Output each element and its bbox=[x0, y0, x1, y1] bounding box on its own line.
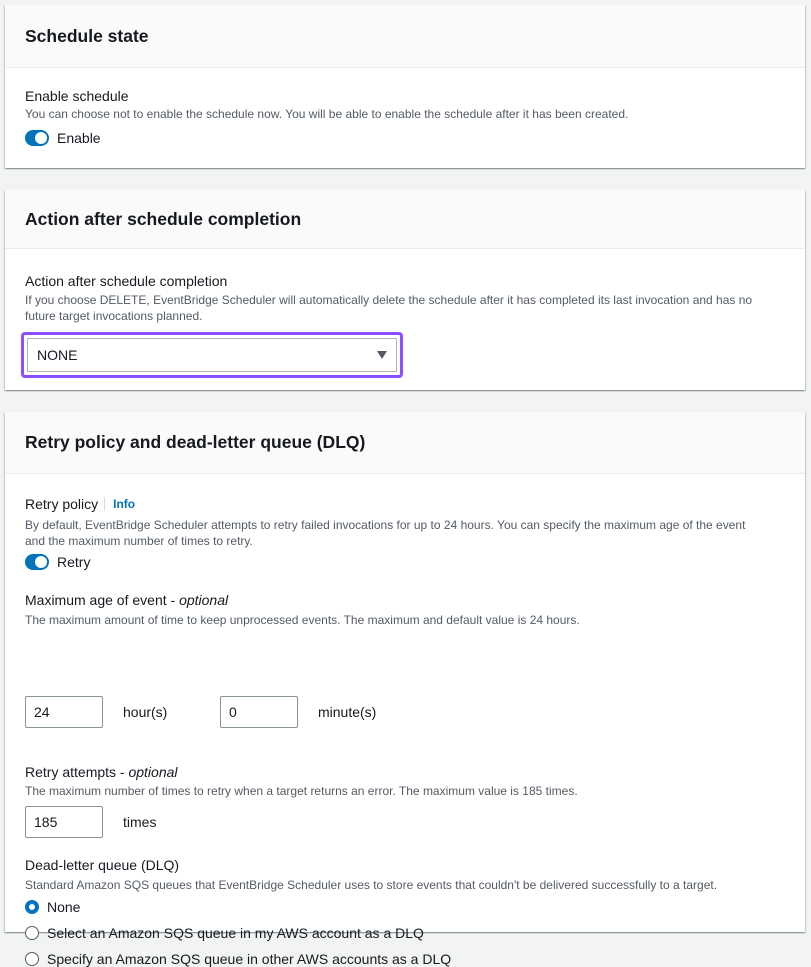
minutes-unit: minute(s) bbox=[318, 704, 377, 720]
minutes-value: 0 bbox=[229, 704, 237, 720]
hours-value: 24 bbox=[34, 704, 50, 720]
dlq-option-none-label: None bbox=[47, 899, 81, 915]
completion-select-focus: NONE bbox=[21, 332, 403, 378]
enable-toggle-row[interactable]: Enable bbox=[25, 130, 101, 146]
retry-attempts-label: Retry attempts - optional bbox=[25, 764, 178, 780]
completion-label: Action after schedule completion bbox=[25, 273, 228, 289]
schedule-state-header: Schedule state bbox=[5, 5, 805, 68]
retry-policy-label-row: Retry policy Info bbox=[25, 496, 135, 512]
schedule-state-title: Schedule state bbox=[25, 25, 149, 46]
dlq-label: Dead-letter queue (DLQ) bbox=[25, 857, 180, 873]
caret-down-icon bbox=[377, 351, 387, 359]
completion-description-2: future target invocations planned. bbox=[25, 309, 203, 323]
retry-toggle-label: Retry bbox=[57, 554, 91, 570]
retry-title: Retry policy and dead-letter queue (DLQ) bbox=[25, 432, 366, 452]
completion-selected-value: NONE bbox=[37, 347, 78, 363]
retry-policy-info-link[interactable]: Info bbox=[104, 497, 135, 511]
dlq-option-own-account-label: Select an Amazon SQS queue in my AWS acc… bbox=[47, 925, 424, 941]
retry-policy-label: Retry policy bbox=[25, 496, 99, 512]
retry-toggle[interactable] bbox=[25, 554, 49, 570]
enable-schedule-description: You can choose not to enable the schedul… bbox=[25, 107, 629, 121]
enable-schedule-label: Enable schedule bbox=[25, 88, 129, 104]
retry-attempts-label-text: Retry attempts - bbox=[25, 764, 129, 780]
dlq-radio-own-account[interactable] bbox=[25, 926, 39, 940]
retry-toggle-row[interactable]: Retry bbox=[25, 554, 90, 570]
max-age-label-text: Maximum age of event - bbox=[25, 592, 180, 608]
completion-panel: Action after schedule completion Action … bbox=[5, 190, 805, 390]
retry-attempts-description: The maximum number of times to retry whe… bbox=[25, 784, 578, 798]
retry-policy-description-1: By default, EventBridge Scheduler attemp… bbox=[25, 518, 746, 532]
dlq-option-other-account[interactable]: Specify an Amazon SQS queue in other AWS… bbox=[25, 951, 451, 967]
enable-toggle[interactable] bbox=[25, 130, 49, 146]
dlq-description: Standard Amazon SQS queues that EventBri… bbox=[25, 878, 718, 892]
completion-action-select[interactable]: NONE bbox=[27, 338, 397, 372]
retry-attempts-unit: times bbox=[123, 814, 157, 830]
retry-attempts-input[interactable]: 185 bbox=[25, 806, 103, 838]
completion-header: Action after schedule completion bbox=[5, 190, 805, 249]
dlq-radio-other-account[interactable] bbox=[25, 952, 39, 966]
completion-title: Action after schedule completion bbox=[25, 208, 302, 229]
enable-toggle-label: Enable bbox=[57, 130, 101, 146]
schedule-state-panel: Schedule state Enable schedule You can c… bbox=[5, 5, 805, 168]
retry-header: Retry policy and dead-letter queue (DLQ) bbox=[5, 412, 805, 474]
dlq-option-other-account-label: Specify an Amazon SQS queue in other AWS… bbox=[47, 951, 452, 967]
max-age-optional: optional bbox=[179, 592, 229, 608]
retry-attempts-value: 185 bbox=[34, 814, 58, 830]
dlq-option-own-account[interactable]: Select an Amazon SQS queue in my AWS acc… bbox=[25, 925, 424, 941]
retry-attempts-optional: optional bbox=[128, 764, 178, 780]
dlq-radio-none[interactable] bbox=[25, 900, 39, 914]
max-age-minutes-input[interactable]: 0 bbox=[220, 696, 298, 728]
max-age-hours-input[interactable]: 24 bbox=[25, 696, 103, 728]
max-age-label: Maximum age of event - optional bbox=[25, 592, 228, 608]
retry-panel: Retry policy and dead-letter queue (DLQ)… bbox=[5, 412, 805, 967]
retry-policy-description-2: and the maximum number of times to retry… bbox=[25, 534, 253, 548]
max-age-description: The maximum amount of time to keep unpro… bbox=[25, 613, 580, 627]
dlq-option-none[interactable]: None bbox=[25, 899, 80, 915]
hours-unit: hour(s) bbox=[123, 704, 168, 720]
completion-description-1: If you choose DELETE, EventBridge Schedu… bbox=[25, 293, 753, 307]
